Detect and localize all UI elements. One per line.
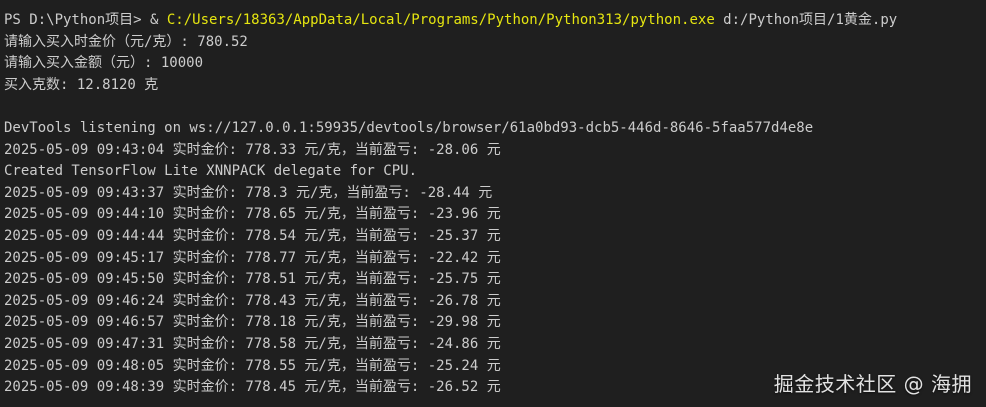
output-line: 2025-05-09 09:44:10 实时金价: 778.65 元/克，当前盈… (4, 206, 501, 223)
script-path: d:/Python项目/1黄金.py (714, 12, 898, 28)
output-line: 买入克数: 12.8120 克 (4, 76, 159, 93)
python-executable-path: C:/Users/18363/AppData/Local/Programs/Py… (166, 12, 715, 28)
output-line: 请输入买入金额（元）: 10000 (4, 55, 204, 72)
output-line: 2025-05-09 09:43:04 实时金价: 778.33 元/克，当前盈… (4, 141, 501, 158)
watermark: 掘金技术社区 @ 海拥 (773, 372, 972, 396)
output-line: 2025-05-09 09:46:24 实时金价: 778.43 元/克，当前盈… (4, 292, 501, 309)
command-line: PS D:\Python项目> & C:/Users/18363/AppData… (4, 10, 986, 32)
output-line: 请输入买入时金价（元/克）: 780.52 (4, 33, 248, 50)
output-line: 2025-05-09 09:46:57 实时金价: 778.18 元/克，当前盈… (4, 314, 501, 331)
output-line: DevTools listening on ws://127.0.0.1:599… (4, 119, 814, 136)
output-line: 2025-05-09 09:47:31 实时金价: 778.58 元/克，当前盈… (4, 335, 501, 352)
output-line: 2025-05-09 09:45:17 实时金价: 778.77 元/克，当前盈… (4, 249, 501, 266)
call-operator: & (150, 12, 167, 28)
output-line: 2025-05-09 09:44:44 实时金价: 778.54 元/克，当前盈… (4, 227, 501, 244)
shell-prompt: PS D:\Python项目> (4, 12, 151, 28)
output-line: 2025-05-09 09:45:50 实时金价: 778.51 元/克，当前盈… (4, 271, 501, 288)
output-line: 2025-05-09 09:43:37 实时金价: 778.3 元/克，当前盈亏… (4, 184, 493, 201)
terminal-panel[interactable]: PS D:\Python项目> & C:/Users/18363/AppData… (0, 0, 986, 407)
output-line: Created TensorFlow Lite XNNPACK delegate… (4, 163, 418, 180)
